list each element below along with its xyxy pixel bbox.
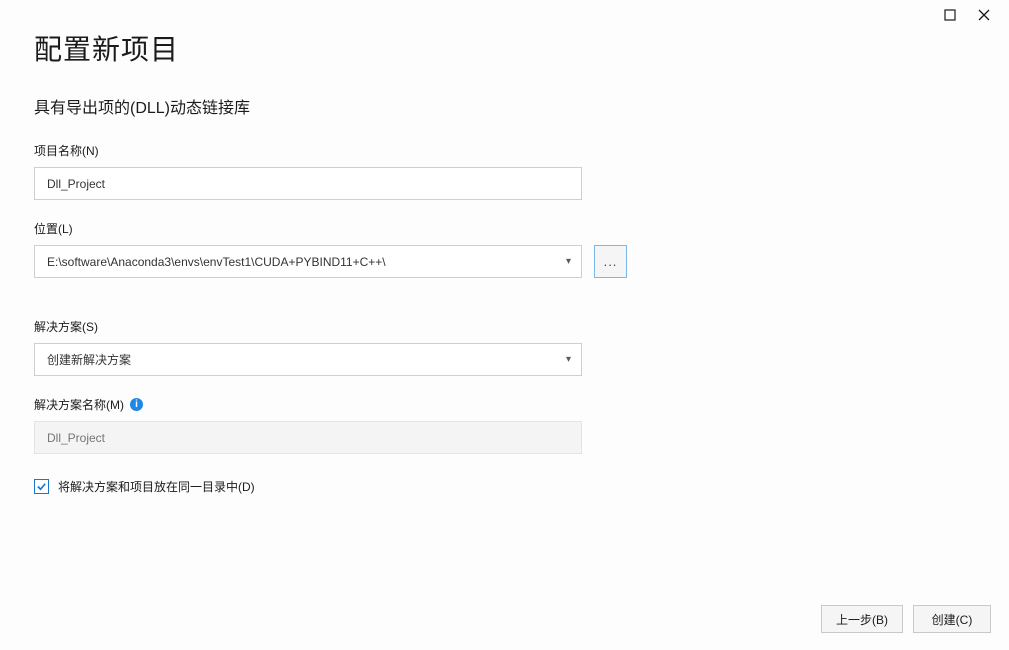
chevron-down-icon: ▾	[566, 354, 571, 365]
solution-value: 创建新解决方案	[47, 351, 131, 368]
project-name-label: 项目名称(N)	[34, 142, 975, 159]
browse-button[interactable]: ...	[594, 245, 627, 278]
same-directory-checkbox[interactable]	[34, 479, 49, 494]
solution-label: 解决方案(S)	[34, 318, 975, 335]
maximize-button[interactable]	[943, 8, 957, 22]
info-icon[interactable]: i	[130, 398, 143, 411]
solution-combo[interactable]: 创建新解决方案 ▾	[34, 343, 582, 376]
back-button[interactable]: 上一步(B)	[821, 605, 903, 633]
close-button[interactable]	[977, 8, 991, 22]
solution-name-input	[34, 421, 582, 454]
location-combo[interactable]: E:\software\Anaconda3\envs\envTest1\CUDA…	[34, 245, 582, 278]
chevron-down-icon: ▾	[566, 256, 571, 267]
create-button[interactable]: 创建(C)	[913, 605, 991, 633]
subtitle: 具有导出项的(DLL)动态链接库	[34, 94, 975, 118]
solution-name-label: 解决方案名称(M) i	[34, 396, 975, 413]
page-title: 配置新项目	[34, 28, 975, 68]
location-label: 位置(L)	[34, 220, 975, 237]
location-value: E:\software\Anaconda3\envs\envTest1\CUDA…	[47, 255, 386, 269]
same-directory-label: 将解决方案和项目放在同一目录中(D)	[58, 478, 255, 495]
project-name-input[interactable]	[34, 167, 582, 200]
